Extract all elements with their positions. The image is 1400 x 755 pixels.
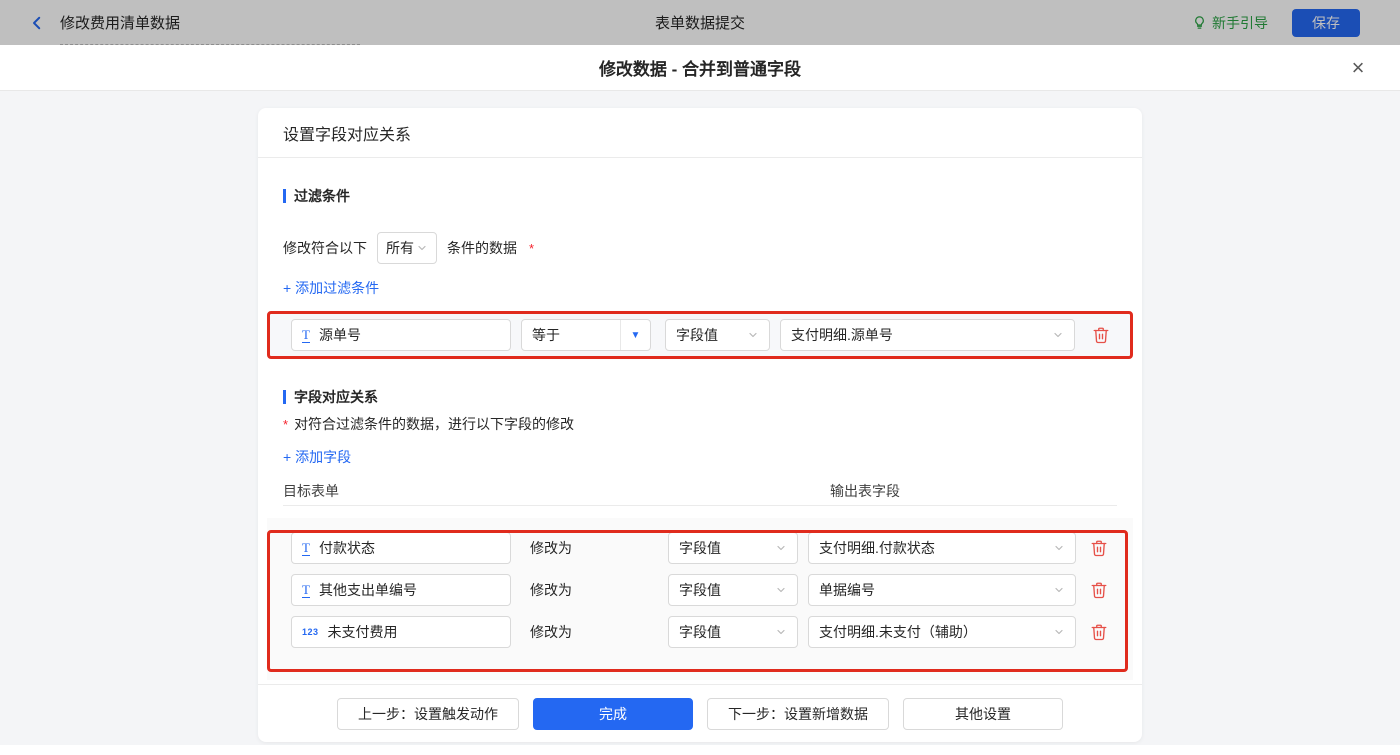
filter-value-select[interactable]: 支付明细.源单号 <box>780 319 1075 351</box>
section-accent-bar <box>283 390 286 404</box>
next-step-button[interactable]: 下一步：设置新增数据 <box>707 698 889 730</box>
value-type: 字段值 <box>679 580 721 600</box>
mapping-row: T 付款状态 修改为 字段值 支付明细.付款状态 <box>267 532 1133 564</box>
chevron-down-icon <box>1053 626 1065 638</box>
chevron-down-icon <box>1052 329 1064 341</box>
match-prefix-label: 修改符合以下 <box>283 238 367 258</box>
other-settings-button[interactable]: 其他设置 <box>903 698 1063 730</box>
output-field-value: 支付明细.付款状态 <box>819 538 935 558</box>
lightbulb-icon <box>1192 15 1207 30</box>
match-mode-select[interactable]: 所有 <box>377 232 437 264</box>
section-accent-bar <box>283 189 286 203</box>
delete-row-button[interactable] <box>1090 539 1108 557</box>
mapping-row: T 其他支出单编号 修改为 字段值 单据编号 <box>267 574 1133 606</box>
match-suffix-label: 条件的数据 <box>447 238 517 258</box>
target-field-input[interactable]: 123 未支付费用 <box>291 616 511 648</box>
output-field-select[interactable]: 支付明细.未支付（辅助） <box>808 616 1076 648</box>
guide-label: 新手引导 <box>1212 13 1268 33</box>
target-field-input[interactable]: T 付款状态 <box>291 532 511 564</box>
target-field-value: 付款状态 <box>319 538 375 558</box>
topbar: 修改费用清单数据 表单数据提交 新手引导 保存 <box>0 0 1400 45</box>
mapping-rows: T 付款状态 修改为 字段值 支付明细.付款状态 <box>267 518 1133 680</box>
dialog-body: 设置字段对应关系 过滤条件 修改符合以下 所有 条件的数据 * + 添加过滤条件… <box>0 91 1400 745</box>
filter-field-input[interactable]: T 源单号 <box>291 319 511 351</box>
save-button[interactable]: 保存 <box>1292 9 1360 37</box>
value-type: 字段值 <box>679 538 721 558</box>
number-field-icon: 123 <box>302 628 319 637</box>
modify-label: 修改为 <box>530 580 572 600</box>
modify-label: 修改为 <box>530 622 572 642</box>
card-title: 设置字段对应关系 <box>258 108 1142 158</box>
bottom-strip <box>0 745 1400 755</box>
required-mark: * <box>283 417 288 432</box>
chevron-down-icon <box>775 626 787 638</box>
delete-condition-button[interactable] <box>1092 326 1110 344</box>
prev-step-button[interactable]: 上一步：设置触发动作 <box>337 698 519 730</box>
match-condition-row: 修改符合以下 所有 条件的数据 * <box>283 232 1117 264</box>
beginner-guide-link[interactable]: 新手引导 <box>1192 13 1268 33</box>
output-field-value: 单据编号 <box>819 580 875 600</box>
mapping-section-title: 字段对应关系 <box>283 389 1117 405</box>
table-header-divider <box>283 505 1117 506</box>
operator-value: 等于 <box>522 325 620 345</box>
output-field-select[interactable]: 单据编号 <box>808 574 1076 606</box>
filter-value: 支付明细.源单号 <box>791 325 893 345</box>
chevron-down-icon <box>775 542 787 554</box>
output-field-select[interactable]: 支付明细.付款状态 <box>808 532 1076 564</box>
filter-value-type-select[interactable]: 字段值 <box>665 319 770 351</box>
chevron-down-icon <box>416 242 428 254</box>
text-field-icon: T <box>302 541 310 556</box>
caret-down-icon: ▼ <box>620 320 650 350</box>
dialog-footer: 上一步：设置触发动作 完成 下一步：设置新增数据 其他设置 <box>258 684 1142 742</box>
target-field-input[interactable]: T 其他支出单编号 <box>291 574 511 606</box>
delete-row-button[interactable] <box>1090 581 1108 599</box>
mapping-table-header: 目标表单 输出表字段 <box>283 481 1117 497</box>
value-type-select[interactable]: 字段值 <box>668 574 798 606</box>
filter-condition-box: T 源单号 等于 ▼ 字段值 支付明细.源单号 <box>267 311 1133 359</box>
value-type-select[interactable]: 字段值 <box>668 532 798 564</box>
value-type-select[interactable]: 字段值 <box>668 616 798 648</box>
value-type: 字段值 <box>679 622 721 642</box>
add-filter-condition-link[interactable]: + 添加过滤条件 <box>283 278 379 294</box>
dialog-title: 修改数据 - 合并到普通字段 <box>599 55 801 80</box>
mapping-card: 设置字段对应关系 过滤条件 修改符合以下 所有 条件的数据 * + 添加过滤条件… <box>258 108 1142 742</box>
chevron-down-icon <box>775 584 787 596</box>
add-field-link[interactable]: + 添加字段 <box>283 447 351 463</box>
column-output-field: 输出表字段 <box>830 481 900 501</box>
done-button[interactable]: 完成 <box>533 698 693 730</box>
text-field-icon: T <box>302 583 310 598</box>
text-field-icon: T <box>302 328 310 343</box>
modify-label: 修改为 <box>530 538 572 558</box>
chevron-down-icon <box>747 329 759 341</box>
operator-select[interactable]: 等于 ▼ <box>521 319 651 351</box>
dialog-header: 修改数据 - 合并到普通字段 × <box>0 45 1400 91</box>
close-icon[interactable]: × <box>1344 54 1372 82</box>
target-field-value: 其他支出单编号 <box>319 580 417 600</box>
chevron-down-icon <box>1053 584 1065 596</box>
required-mark: * <box>529 241 534 256</box>
output-field-value: 支付明细.未支付（辅助） <box>819 622 977 642</box>
chevron-down-icon <box>1053 542 1065 554</box>
column-target-form: 目标表单 <box>283 483 339 499</box>
mapping-note-text: 对符合过滤条件的数据，进行以下字段的修改 <box>294 414 574 434</box>
filter-section-title: 过滤条件 <box>283 188 1117 204</box>
delete-row-button[interactable] <box>1090 623 1108 641</box>
mapping-note: * 对符合过滤条件的数据，进行以下字段的修改 <box>283 415 1117 433</box>
match-mode-value: 所有 <box>386 238 414 258</box>
page-title: 表单数据提交 <box>0 12 1400 33</box>
target-field-value: 未支付费用 <box>328 622 398 642</box>
mapping-row: 123 未支付费用 修改为 字段值 支付明细.未支付（辅助） <box>267 616 1133 648</box>
filter-field-value: 源单号 <box>319 325 361 345</box>
filter-value-type: 字段值 <box>676 325 718 345</box>
